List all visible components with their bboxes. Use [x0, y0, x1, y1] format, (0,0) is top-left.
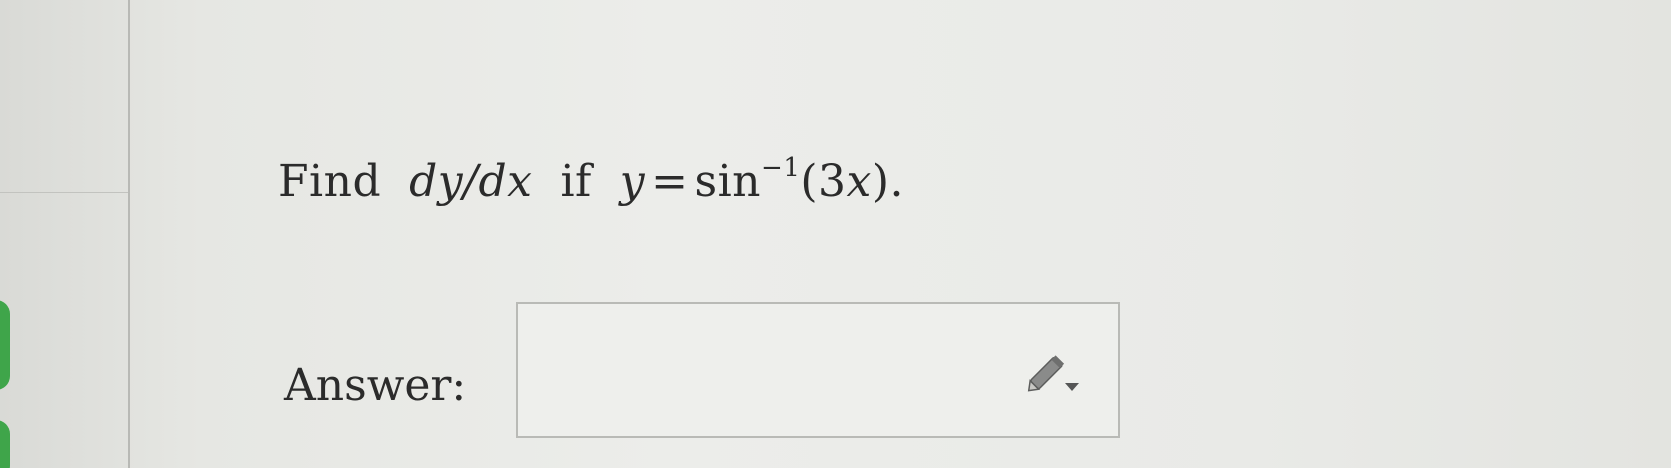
left-nav-tab[interactable]: [0, 300, 10, 390]
question-prompt: Find dy/dx if y = sin−1(3x).: [278, 138, 904, 212]
question-if-text: if: [560, 156, 592, 207]
left-nav-tab[interactable]: [0, 420, 10, 468]
question-screen: Find dy/dx if y = sin−1(3x). Answer:: [0, 0, 1671, 468]
question-function: sin: [694, 156, 762, 207]
pencil-dropdown-icon: [1027, 355, 1079, 392]
question-lhs: y: [619, 156, 646, 207]
question-arg-open: (3: [800, 156, 847, 207]
left-panel-separator: [0, 192, 128, 193]
question-equals: =: [651, 156, 689, 207]
question-arg-close: ).: [871, 156, 905, 207]
math-editor-button[interactable]: [1018, 344, 1088, 400]
answer-label: Answer:: [284, 360, 467, 411]
question-find-text: Find: [278, 156, 382, 207]
question-derivative: dy/dx: [409, 156, 533, 207]
panel-divider: [128, 0, 130, 468]
question-arg-var: x: [846, 156, 872, 207]
question-exponent: −1: [761, 153, 801, 183]
